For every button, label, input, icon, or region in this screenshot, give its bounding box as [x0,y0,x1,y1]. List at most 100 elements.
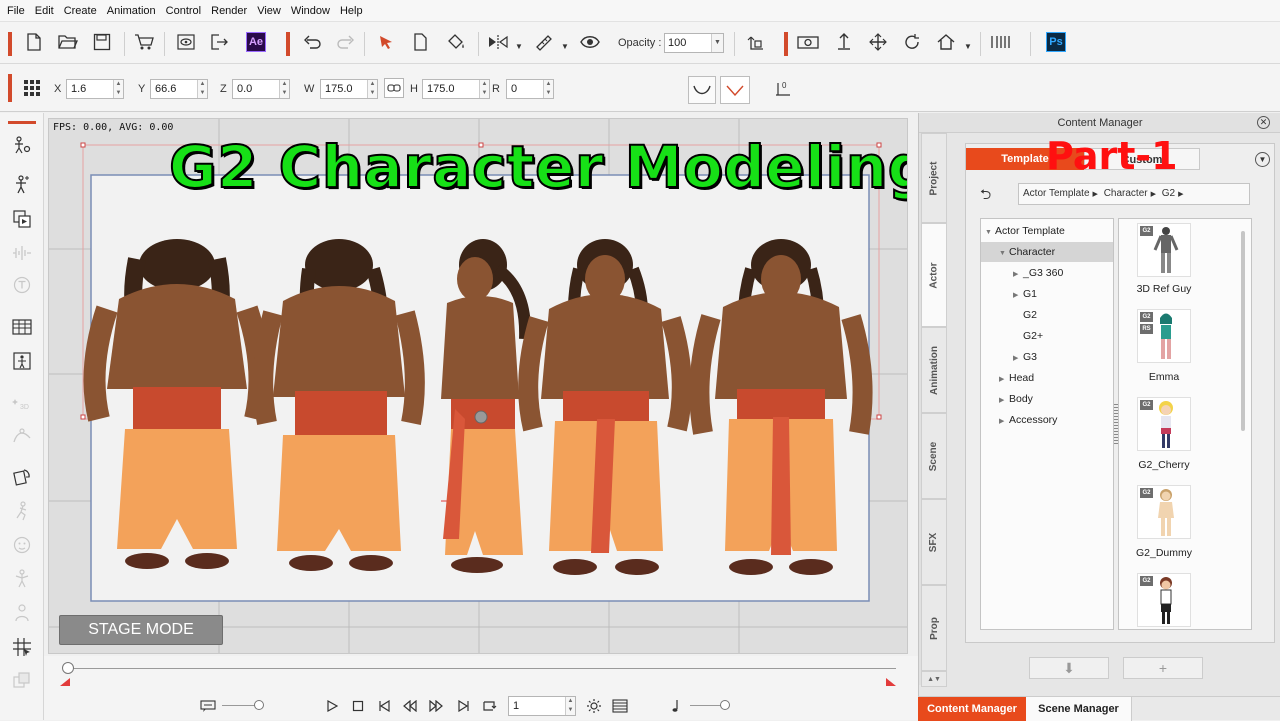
flip-page-button[interactable] [10,465,34,489]
fill-button[interactable] [444,30,468,54]
expanded-arrow-icon[interactable]: ▼ [999,244,1009,264]
flip-button[interactable] [486,30,510,54]
3d-motion-button[interactable]: 3D [10,391,34,415]
tab-scroll-button[interactable]: ▲▼ [921,671,947,687]
close-icon[interactable]: ✕ [1257,116,1270,129]
collapsed-arrow-icon[interactable]: ▶ [1013,265,1023,285]
sprite-editor-button[interactable] [10,207,34,231]
text-button[interactable] [10,273,34,297]
music-button[interactable] [666,696,686,716]
y-position-field[interactable]: 66.6 ▲ ▼ [150,79,208,99]
z-position-field[interactable]: 0.0 ▲ ▼ [232,79,290,99]
align-dropdown-arrow-icon[interactable]: ▼ [561,42,569,51]
baseline-button[interactable]: 0 [770,76,794,100]
motion-puppet-button[interactable] [10,567,34,591]
next-frame-button[interactable] [426,696,446,716]
current-frame-field[interactable]: 1 ▲ ▼ [508,696,576,716]
menu-render[interactable]: Render [206,0,252,22]
z-spinner-icon[interactable]: ▲ ▼ [279,80,289,98]
tree-item[interactable]: ▶ Head [981,368,1113,388]
tab-scene-manager[interactable]: Scene Manager [1026,697,1132,721]
play-button[interactable] [322,696,342,716]
content-item-thumbnail[interactable]: G2 [1137,397,1191,451]
collapsed-arrow-icon[interactable]: ▶ [999,370,1009,390]
music-volume-knob[interactable] [720,700,730,710]
add-button[interactable]: + [1123,657,1203,679]
tree-item[interactable]: ▶ Accessory [981,410,1113,430]
tab-animation[interactable]: Animation [921,327,947,413]
range-end-marker-icon[interactable] [886,678,896,686]
visibility-button[interactable] [578,30,602,54]
stop-button[interactable] [348,696,368,716]
volume-knob[interactable] [254,700,264,710]
stage-mode-button[interactable]: STAGE MODE [59,615,223,645]
keyboard-button[interactable] [10,315,34,339]
menu-file[interactable]: File [2,0,30,22]
opacity-dropdown-icon[interactable]: ▼ [711,34,723,52]
redo-button[interactable] [334,30,358,54]
layer-button[interactable] [10,669,34,693]
menu-animation[interactable]: Animation [102,0,161,22]
tab-project[interactable]: Project [921,133,947,223]
back-arrow-icon[interactable]: ⮌ [980,184,991,208]
open-project-button[interactable] [56,30,80,54]
menu-control[interactable]: Control [161,0,206,22]
loop-button[interactable] [480,696,500,716]
curve-ease-button[interactable] [688,76,716,104]
smart-content-manager-button[interactable] [132,30,156,54]
photoshop-button[interactable]: Ps [1044,30,1068,54]
tab-actor[interactable]: Actor [921,223,947,327]
x-position-field[interactable]: 1.6 ▲ ▼ [66,79,124,99]
tab-scene[interactable]: Scene [921,413,947,499]
motion-pose-button[interactable] [10,349,34,373]
new-project-button[interactable] [22,30,46,54]
menu-create[interactable]: Create [59,0,102,22]
opacity-field[interactable]: 100 ▼ [664,33,724,53]
tree-item[interactable]: ▶ G1 [981,284,1113,304]
expanded-arrow-icon[interactable]: ▼ [985,223,995,243]
rotate-button[interactable] [900,30,924,54]
height-spinner-icon[interactable]: ▲ ▼ [479,80,489,98]
download-button[interactable]: ⬇ [1029,657,1109,679]
range-start-marker-icon[interactable] [60,678,70,686]
menu-window[interactable]: Window [286,0,335,22]
preview-button[interactable] [174,30,198,54]
grid-align-button[interactable] [20,76,44,100]
timeline-scrub-track[interactable] [68,668,896,669]
select-tool-button[interactable] [374,30,398,54]
menu-edit[interactable]: Edit [30,0,59,22]
audio-button[interactable] [10,241,34,265]
timeline-scrub-handle[interactable] [62,662,74,674]
rotation-spinner-icon[interactable]: ▲ ▼ [543,80,553,98]
menu-help[interactable]: Help [335,0,368,22]
export-button[interactable] [208,30,232,54]
rotation-field[interactable]: 0 ▲ ▼ [506,79,554,99]
menu-view[interactable]: View [252,0,286,22]
move-button[interactable] [866,30,890,54]
tree-item[interactable]: ▶ _G3 360 [981,263,1113,283]
content-item-thumbnail[interactable]: G2 [1137,573,1191,627]
flip-dropdown-arrow-icon[interactable]: ▼ [515,42,523,51]
save-button[interactable] [90,30,114,54]
actor-settings-button[interactable] [10,133,34,157]
content-item-thumbnail[interactable]: G2 [1137,223,1191,277]
corner-mode-button[interactable] [720,76,750,104]
content-item-thumbnail[interactable]: G2 [1137,485,1191,539]
volume-track[interactable] [222,705,258,706]
stage-viewport[interactable]: FPS: 0.00, AVG: 0.00 G2 Character Modeli… [48,118,908,654]
bone-edit-button[interactable] [10,173,34,197]
y-spinner-icon[interactable]: ▲ ▼ [197,80,207,98]
tab-prop[interactable]: Prop [921,585,947,671]
x-spinner-icon[interactable]: ▲ ▼ [113,80,123,98]
frame-spinner-icon[interactable]: ▲ ▼ [565,697,575,715]
tree-item[interactable]: ▼ Actor Template [981,221,1113,241]
link-size-button[interactable] [384,78,404,98]
after-effects-button[interactable]: Ae [244,30,268,54]
face-puppet-button[interactable] [10,533,34,557]
reset-transform-button[interactable] [744,30,768,54]
tab-content-manager[interactable]: Content Manager [918,697,1026,721]
tree-item[interactable]: ▶ G3 [981,347,1113,367]
film-button[interactable] [610,696,630,716]
breadcrumb-item[interactable]: Actor Template [1023,188,1090,199]
tree-item[interactable]: G2+ [981,326,1113,346]
